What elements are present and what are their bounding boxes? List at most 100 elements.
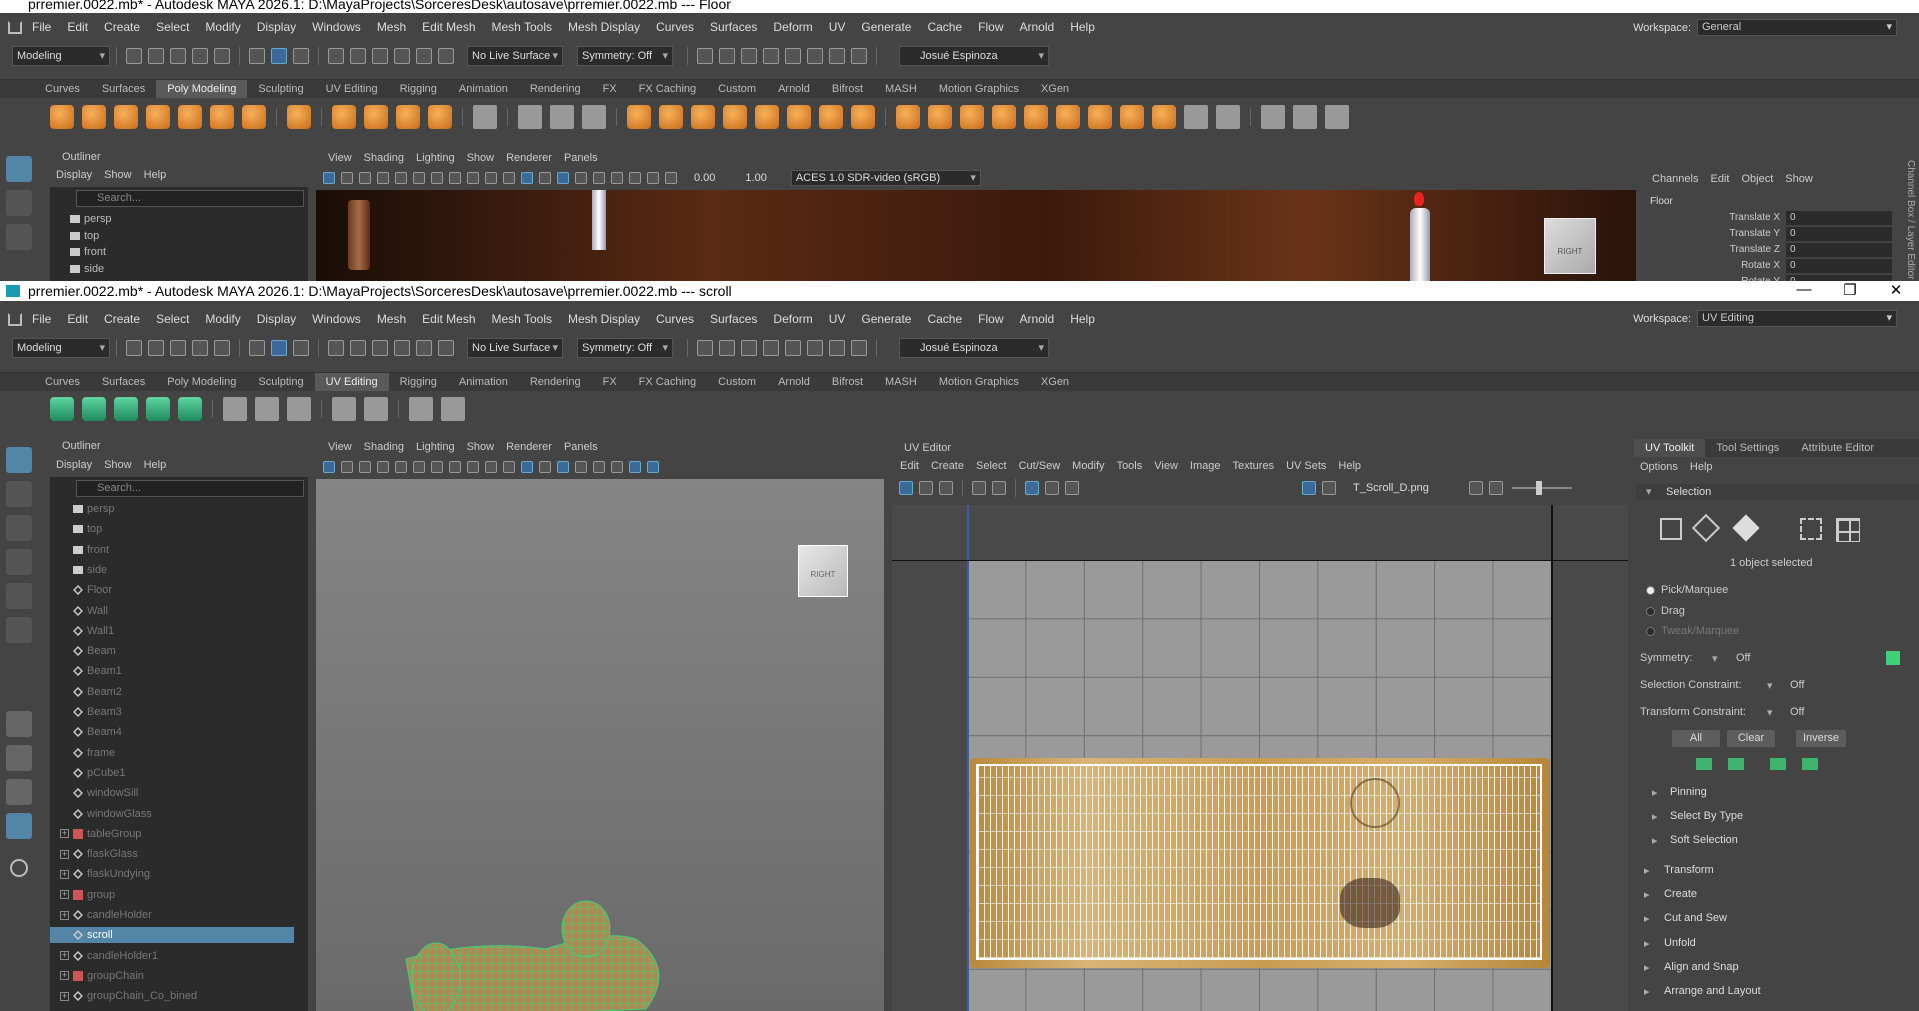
snap-grid-icon[interactable] (328, 340, 344, 356)
save-scene-icon[interactable] (170, 48, 186, 64)
append-icon[interactable] (992, 105, 1016, 129)
sweep-mesh-icon[interactable] (364, 105, 388, 129)
pause-icon[interactable] (851, 340, 867, 356)
front-menu-surfaces[interactable]: Surfaces (710, 312, 757, 326)
workspace-select-front[interactable]: UV Editing (1697, 310, 1897, 327)
wedge-icon[interactable] (1120, 105, 1144, 129)
snap-view-icon[interactable] (394, 48, 410, 64)
front-menu-mesh[interactable]: Mesh (377, 312, 406, 326)
viewport-menu-panels[interactable]: Panels (564, 441, 598, 453)
connect-icon[interactable] (1293, 105, 1317, 129)
viewport-menu-show[interactable]: Show (467, 441, 495, 453)
viewport-menu-view[interactable]: View (328, 441, 352, 453)
shelf-tab-uv-editing[interactable]: UV Editing (314, 373, 389, 391)
toolkit-tab-attribute-editor[interactable]: Attribute Editor (1790, 439, 1885, 457)
rotate-tool-icon[interactable] (6, 583, 32, 609)
back-menu-uv[interactable]: UV (829, 20, 846, 34)
expand-icon[interactable]: + (60, 829, 69, 839)
poly-cylinder-icon[interactable] (114, 105, 138, 129)
shelf-tab-sculpting[interactable]: Sculpting (247, 373, 314, 391)
channel-value[interactable]: 0 (1786, 211, 1892, 225)
shelf-tab-custom[interactable]: Custom (707, 373, 767, 391)
symmetry-select-front[interactable]: Symmetry: Off (577, 338, 673, 358)
combine-icon[interactable] (627, 105, 651, 129)
cut-uv-icon[interactable] (223, 397, 247, 421)
outliner-item[interactable]: Beam3 (50, 704, 294, 720)
clear-button[interactable]: Clear (1727, 730, 1775, 747)
front-menu-modify[interactable]: Modify (205, 312, 240, 326)
outliner-item[interactable]: windowGlass (50, 806, 294, 822)
user-account-front[interactable]: Josué Espinoza (899, 338, 1049, 358)
outliner-item[interactable]: + candleHolder1 (50, 948, 294, 964)
transform-constraint-arrow[interactable]: ▾ (1767, 706, 1773, 719)
bookmark-icon[interactable] (359, 172, 371, 184)
search-icon[interactable] (10, 859, 28, 877)
section-unfold[interactable]: ▸ Unfold (1636, 937, 1916, 950)
outliner-item[interactable]: front (50, 244, 240, 260)
render-frame-icon[interactable] (719, 340, 735, 356)
outliner-menu-display[interactable]: Display (56, 169, 92, 181)
viewport-menu-show[interactable]: Show (467, 152, 495, 164)
expand-icon[interactable]: + (60, 991, 69, 1001)
front-menu-arnold[interactable]: Arnold (1020, 312, 1055, 326)
back-menu-mesh[interactable]: Mesh (377, 20, 406, 34)
resolution-gate-icon[interactable] (431, 172, 443, 184)
outliner-item[interactable]: persp (50, 211, 240, 227)
channelbox-menu-channels[interactable]: Channels (1652, 173, 1698, 185)
section-cut-and-sew[interactable]: ▸ Cut and Sew (1636, 912, 1916, 925)
image-plane-icon[interactable] (377, 461, 389, 473)
separate-icon[interactable] (659, 105, 683, 129)
uv-select-shell-icon[interactable] (1800, 518, 1822, 540)
cam-attr-icon[interactable] (341, 461, 353, 473)
front-menu-help[interactable]: Help (1070, 312, 1095, 326)
shrink-loop-icon[interactable] (1802, 758, 1818, 770)
cam-attr-icon[interactable] (341, 172, 353, 184)
texel-density-icon[interactable] (441, 397, 465, 421)
channelbox-menu-edit[interactable]: Edit (1710, 173, 1729, 185)
uv-filter-icon[interactable] (939, 481, 953, 495)
select-component-icon[interactable] (293, 48, 309, 64)
mode-select-front[interactable]: Modeling (12, 338, 110, 358)
viewport-menu-lighting[interactable]: Lighting (416, 152, 455, 164)
front-menu-cache[interactable]: Cache (927, 312, 962, 326)
back-menu-generate[interactable]: Generate (861, 20, 911, 34)
shelf-tab-rigging[interactable]: Rigging (389, 80, 448, 98)
uv-snap-icon[interactable] (992, 481, 1006, 495)
outliner-item[interactable]: Floor (50, 582, 294, 598)
multicut-icon[interactable] (1216, 105, 1240, 129)
outliner-menu-help[interactable]: Help (144, 459, 167, 471)
uv-shading-icon[interactable] (1045, 481, 1059, 495)
maximize-icon[interactable]: ❐ (1827, 281, 1873, 299)
front-menu-flow[interactable]: Flow (978, 312, 1003, 326)
uv-menu-view[interactable]: View (1154, 460, 1178, 472)
outliner-item[interactable]: frame (50, 745, 294, 761)
mirror-geo-icon[interactable] (755, 105, 779, 129)
poly-plane-icon[interactable] (210, 105, 234, 129)
viewport-menu-renderer[interactable]: Renderer (506, 152, 552, 164)
outliner-menu-show[interactable]: Show (104, 169, 132, 181)
section-pinning[interactable]: ▸ Pinning (1646, 786, 1916, 799)
hypershade-icon[interactable] (785, 48, 801, 64)
shelf-tab-rendering[interactable]: Rendering (519, 80, 592, 98)
channel-value[interactable]: 0 (1786, 243, 1892, 257)
hypershade-icon[interactable] (785, 340, 801, 356)
outliner-item[interactable]: Beam1 (50, 663, 294, 679)
chamfer-icon[interactable] (1184, 105, 1208, 129)
render-setup-icon[interactable] (807, 48, 823, 64)
front-menu-display[interactable]: Display (257, 312, 296, 326)
outliner-search-front[interactable]: Search... (76, 480, 304, 497)
viewport-menu-view[interactable]: View (328, 152, 352, 164)
shelf-tab-motion-graphics[interactable]: Motion Graphics (928, 373, 1030, 391)
scale-tool-icon[interactable] (6, 617, 32, 643)
uv-exposure-icon[interactable] (1468, 481, 1483, 495)
section-align-and-snap[interactable]: ▸ Align and Snap (1636, 961, 1916, 974)
gate-mask-icon[interactable] (449, 172, 461, 184)
shelf-tab-animation[interactable]: Animation (448, 80, 519, 98)
outliner-item[interactable]: side (50, 562, 294, 578)
section-create[interactable]: ▸ Create (1636, 888, 1916, 901)
shelf-tab-uv-editing[interactable]: UV Editing (315, 80, 389, 98)
bookmark-icon[interactable] (359, 461, 371, 473)
outliner-item[interactable]: + flaskUndying (50, 866, 294, 882)
mirror-icon[interactable] (550, 105, 574, 129)
back-menu-flow[interactable]: Flow (978, 20, 1003, 34)
